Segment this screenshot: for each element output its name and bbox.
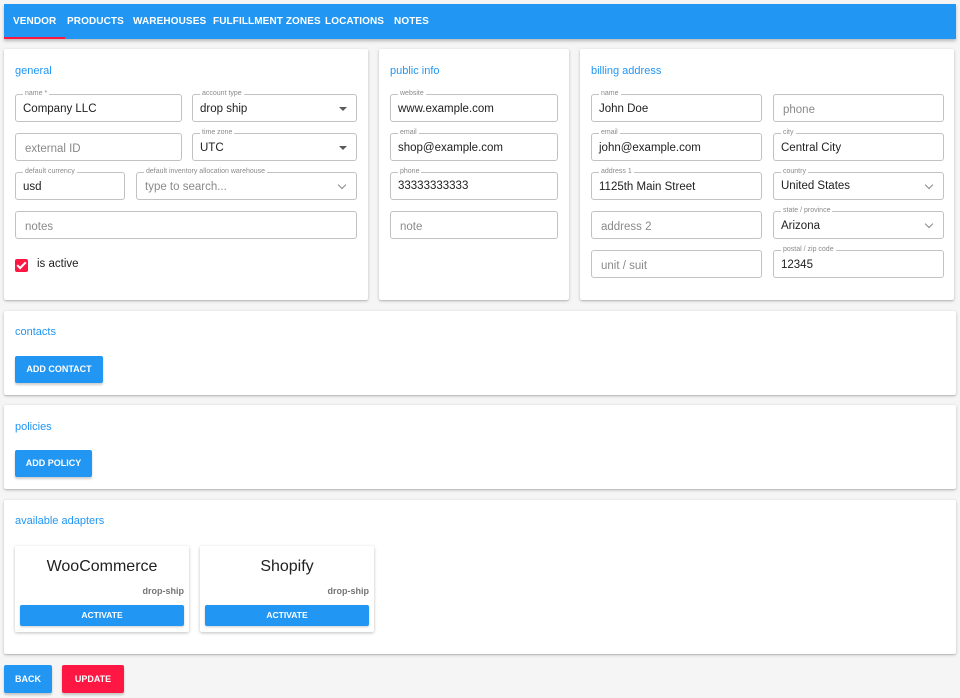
public-note-field[interactable]: note: [390, 211, 558, 239]
top-nav-bar: VENDOR PRODUCTS WAREHOUSES FULFILLMENT Z…: [3, 4, 956, 39]
adapter-type: drop-ship: [327, 586, 370, 596]
general-title: general: [15, 65, 52, 77]
default-warehouse-autocomplete[interactable]: default inventory allocation warehouse t…: [136, 168, 357, 200]
vendor-name-field[interactable]: name * Company LLC: [15, 90, 182, 122]
adapter-name: Shopify: [260, 558, 314, 575]
field-label: website: [398, 90, 426, 98]
tab-locations[interactable]: LOCATIONS: [325, 4, 384, 39]
field-placeholder: phone: [783, 104, 815, 116]
billing-email-field[interactable]: email john@example.com: [591, 129, 762, 161]
field-label: email: [398, 129, 419, 137]
billing-name-field[interactable]: name John Doe: [591, 90, 762, 122]
update-button[interactable]: UPDATE: [62, 665, 124, 693]
field-value: UTC: [200, 142, 224, 154]
billing-unit-field[interactable]: unit / suit: [591, 250, 762, 278]
field-value: 12345: [781, 259, 813, 271]
field-value: 33333333333: [398, 180, 469, 192]
public-info-title: public info: [390, 65, 440, 77]
contacts-card: [4, 311, 956, 395]
field-label: time zone: [200, 129, 235, 137]
field-placeholder: type to search...: [145, 181, 227, 193]
field-placeholder: unit / suit: [601, 260, 648, 272]
account-type-select[interactable]: account type drop ship: [192, 90, 357, 122]
adapter-card-woocommerce: WooCommerce drop-ship ACTIVATE: [15, 546, 189, 632]
field-value: drop ship: [200, 103, 248, 115]
contacts-title: contacts: [15, 326, 56, 338]
field-value: john@example.com: [599, 142, 701, 154]
public-phone-field[interactable]: phone 33333333333: [390, 168, 558, 200]
adapters-title: available adapters: [15, 515, 105, 527]
activate-button[interactable]: ACTIVATE: [205, 605, 369, 626]
field-placeholder: address 2: [601, 221, 652, 233]
field-label: address 1: [599, 168, 634, 176]
add-contact-button[interactable]: ADD CONTACT: [15, 356, 103, 383]
field-label: name *: [23, 90, 50, 98]
tab-vendor[interactable]: VENDOR: [3, 4, 66, 39]
policies-title: policies: [15, 421, 52, 433]
field-placeholder: note: [400, 221, 423, 233]
is-active-label: is active: [37, 258, 79, 270]
field-label: email: [599, 129, 620, 137]
public-email-field[interactable]: email shop@example.com: [390, 129, 558, 161]
field-label: country: [781, 168, 808, 176]
default-currency-field[interactable]: default currency usd: [15, 168, 125, 200]
field-label: account type: [200, 90, 244, 98]
billing-postal-field[interactable]: postal / zip code 12345: [773, 246, 944, 278]
billing-state-select[interactable]: state / province Arizona: [773, 207, 944, 239]
field-value: usd: [23, 181, 42, 193]
external-id-field[interactable]: external ID: [15, 133, 182, 161]
tab-fulfillment-zones[interactable]: FULFILLMENT ZONES: [213, 4, 321, 39]
billing-city-field[interactable]: city Central City: [773, 129, 944, 161]
field-value: shop@example.com: [398, 142, 503, 154]
dropdown-arrow-icon: [339, 107, 347, 111]
chevron-down-icon: [337, 180, 347, 190]
billing-address1-field[interactable]: address 1 1125th Main Street: [591, 168, 762, 200]
field-label: default inventory allocation warehouse: [144, 168, 268, 176]
policies-card: [4, 405, 956, 489]
adapter-type: drop-ship: [142, 586, 185, 596]
field-value: 1125th Main Street: [599, 181, 696, 193]
add-policy-button[interactable]: ADD POLICY: [15, 450, 92, 477]
field-value: www.example.com: [398, 103, 494, 115]
dropdown-arrow-icon: [339, 146, 347, 150]
activate-button[interactable]: ACTIVATE: [20, 605, 184, 626]
notes-field[interactable]: notes: [15, 211, 357, 239]
tab-warehouses[interactable]: WAREHOUSES: [133, 4, 206, 39]
field-label: state / province: [781, 207, 833, 215]
billing-phone-field[interactable]: phone: [773, 94, 944, 122]
billing-address2-field[interactable]: address 2: [591, 211, 762, 239]
field-value: United States: [781, 180, 851, 192]
field-label: postal / zip code: [781, 246, 836, 254]
is-active-checkbox[interactable]: [15, 259, 28, 272]
billing-country-select[interactable]: country United States: [773, 168, 944, 200]
field-value: Company LLC: [23, 103, 97, 115]
field-value: John Doe: [599, 103, 649, 115]
adapter-name: WooCommerce: [46, 558, 158, 575]
tab-notes[interactable]: NOTES: [394, 4, 429, 39]
field-placeholder: notes: [25, 221, 54, 233]
field-value: Arizona: [781, 220, 820, 232]
field-placeholder: external ID: [25, 143, 81, 155]
tab-products[interactable]: PRODUCTS: [67, 4, 124, 39]
website-field[interactable]: website www.example.com: [390, 90, 558, 122]
field-value: Central City: [781, 142, 842, 154]
field-label: city: [781, 129, 796, 137]
adapter-card-shopify: Shopify drop-ship ACTIVATE: [200, 546, 374, 632]
chevron-down-icon: [924, 219, 934, 229]
field-label: phone: [398, 168, 422, 176]
back-button[interactable]: BACK: [4, 665, 52, 693]
billing-address-title: billing address: [591, 65, 662, 77]
field-label: name: [599, 90, 621, 98]
field-label: default currency: [23, 168, 77, 176]
time-zone-select[interactable]: time zone UTC: [192, 129, 357, 161]
chevron-down-icon: [924, 180, 934, 190]
